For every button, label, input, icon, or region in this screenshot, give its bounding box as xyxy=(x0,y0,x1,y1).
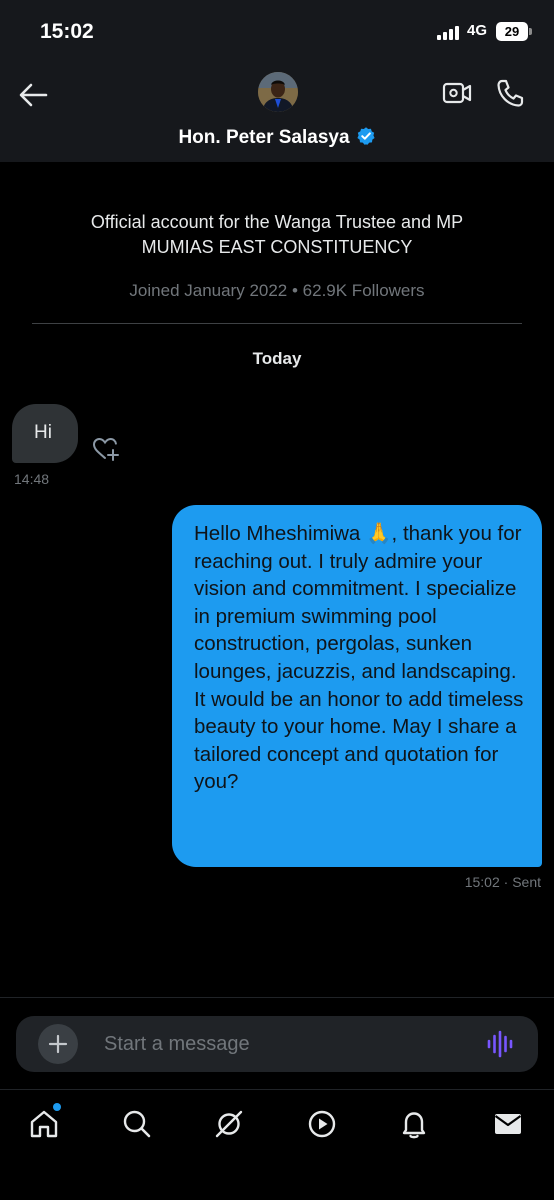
bio-line: Official account for the Wanga Trustee a… xyxy=(90,212,464,232)
bell-icon[interactable] xyxy=(398,1108,430,1140)
incoming-message-bubble[interactable]: Hi xyxy=(12,404,78,463)
day-separator: Today xyxy=(252,349,302,368)
conversation-header: Hon. Peter Salasya xyxy=(0,64,554,162)
network-label: 4G xyxy=(467,22,488,39)
message-timestamp: 14:48 xyxy=(14,471,50,487)
divider xyxy=(32,323,522,324)
composer xyxy=(16,1016,538,1072)
outgoing-message-bubble[interactable]: Hello Mheshimiwa 🙏, thank you for reachi… xyxy=(172,505,542,867)
phone-icon[interactable] xyxy=(496,78,524,108)
message-timestamp: 15:02 · Sent xyxy=(464,874,541,890)
signal-icon xyxy=(437,26,463,40)
home-icon[interactable] xyxy=(28,1108,60,1140)
notification-dot xyxy=(53,1103,61,1111)
status-time: 15:02 xyxy=(40,20,94,43)
battery-icon: 29 xyxy=(496,22,528,41)
battery-tip xyxy=(529,28,532,35)
composer-bar xyxy=(0,997,554,1089)
waveform-icon[interactable] xyxy=(486,1030,514,1058)
verified-badge-icon xyxy=(356,127,375,145)
message-text: Hi xyxy=(34,422,52,443)
battery-level: 29 xyxy=(504,24,520,39)
avatar[interactable] xyxy=(258,72,298,112)
contact-name-row[interactable]: Hon. Peter Salasya xyxy=(0,126,554,149)
bio-line: MUMIAS EAST CONSTITUENCY xyxy=(141,237,413,257)
heart-plus-icon[interactable] xyxy=(92,436,120,462)
bottom-tab-bar xyxy=(0,1089,554,1200)
video-icon[interactable] xyxy=(306,1108,338,1140)
video-camera-icon[interactable] xyxy=(442,78,472,108)
plus-icon[interactable] xyxy=(38,1024,78,1064)
grok-icon[interactable] xyxy=(213,1108,245,1140)
contact-name: Hon. Peter Salasya xyxy=(178,127,350,148)
message-text: Hello Mheshimiwa 🙏, thank you for reachi… xyxy=(194,522,524,794)
profile-meta: Joined January 2022 • 62.9K Followers xyxy=(129,281,425,300)
status-bar: 15:02 4G 29 xyxy=(0,0,554,64)
dm-screen: 15:02 4G 29 Hon. Peter Salasya Official … xyxy=(0,0,554,1200)
profile-bio: Official account for the Wanga Trustee a… xyxy=(20,210,534,260)
mail-icon[interactable] xyxy=(492,1108,524,1140)
avatar-image xyxy=(258,72,298,112)
arrow-left-icon[interactable] xyxy=(18,82,48,108)
search-icon[interactable] xyxy=(121,1108,153,1140)
message-input[interactable] xyxy=(104,1016,464,1072)
